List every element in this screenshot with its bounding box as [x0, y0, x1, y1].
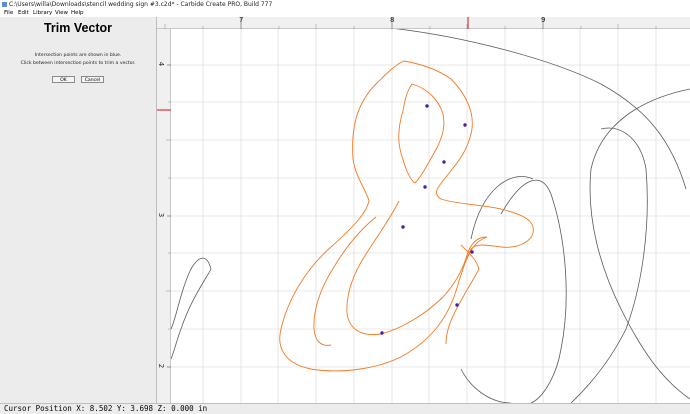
- intersection-point: [455, 303, 459, 307]
- ampersand-left-inner: [313, 216, 377, 346]
- top-ruler-label-8: 8: [390, 16, 395, 24]
- left-flourish-vector: [170, 257, 212, 360]
- grid-lines: [164, 29, 690, 403]
- intersection-point: [463, 123, 467, 127]
- intersection-point: [401, 225, 405, 229]
- panel-instruction-2: Click between intersection points to tri…: [20, 61, 136, 66]
- top-ruler: 7 8 9: [157, 16, 690, 29]
- window-title: C:\Users\willa\Downloads\stencil wedding…: [9, 1, 273, 8]
- right-inner-vector: [570, 127, 648, 404]
- left-ruler-label-2: 2: [157, 363, 166, 369]
- trim-vector-panel: Trim Vector Intersection points are show…: [0, 17, 157, 403]
- middle-arc-vector: [500, 179, 567, 404]
- top-ruler-ticks: [164, 17, 657, 29]
- top-ruler-label-7: 7: [239, 16, 244, 24]
- intersection-points: [380, 104, 474, 335]
- ampersand-upper-loop: [398, 83, 445, 184]
- status-bar: Cursor Position X: 8.502 Y: 3.698 Z: 0.0…: [0, 403, 690, 414]
- cancel-button[interactable]: Cancel: [81, 76, 104, 83]
- canvas-svg[interactable]: [164, 26, 690, 404]
- ok-button[interactable]: OK: [52, 76, 75, 83]
- right-letter-vector: [589, 88, 690, 400]
- menu-view[interactable]: View: [55, 9, 68, 17]
- menu-library[interactable]: Library: [33, 9, 52, 17]
- title-bar: C:\Users\willa\Downloads\stencil wedding…: [0, 0, 690, 9]
- design-canvas[interactable]: [164, 26, 690, 404]
- intersection-point: [442, 160, 446, 164]
- left-ruler-label-3: 3: [157, 212, 166, 218]
- top-ruler-label-9: 9: [541, 16, 546, 24]
- intersection-point: [423, 185, 427, 189]
- intersection-point: [470, 250, 474, 254]
- intersection-point: [380, 331, 384, 335]
- left-ruler: 4 3 2: [157, 29, 171, 403]
- app-icon: [2, 2, 7, 7]
- bottom-arc-vector: [460, 368, 512, 404]
- menu-file[interactable]: File: [4, 9, 13, 17]
- left-ruler-label-4: 4: [157, 61, 166, 67]
- middle-small-vector: [470, 176, 534, 240]
- menu-help[interactable]: Help: [71, 9, 84, 17]
- menu-bar: File Edit Library View Help: [0, 9, 690, 17]
- ampersand-lower-inner: [346, 200, 488, 336]
- cursor-position-readout: Cursor Position X: 8.502 Y: 3.698 Z: 0.0…: [4, 404, 208, 413]
- intersection-point: [425, 104, 429, 108]
- menu-edit[interactable]: Edit: [18, 9, 29, 17]
- panel-instruction-1: Intersection points are shown in blue.: [34, 53, 122, 58]
- panel-heading: Trim Vector: [43, 21, 113, 35]
